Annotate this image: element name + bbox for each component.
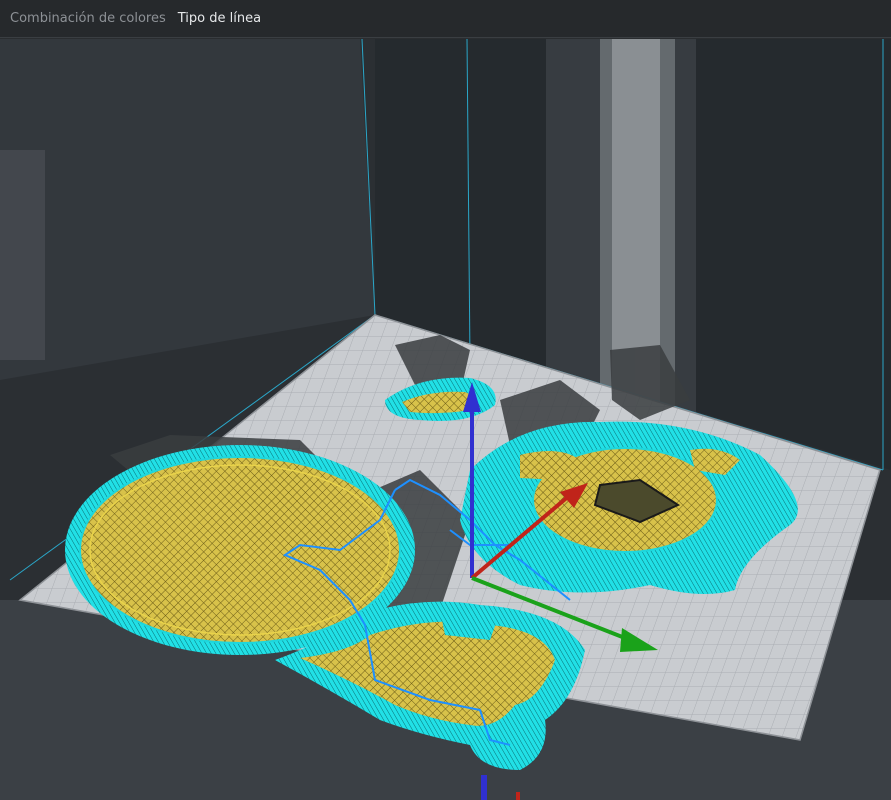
tab-color-scheme[interactable]: Combinación de colores — [10, 11, 166, 26]
3d-viewport[interactable] — [0, 39, 891, 800]
tab-line-type[interactable]: Tipo de línea — [178, 11, 261, 26]
view-mode-bar: Combinación de colores Tipo de línea — [0, 0, 891, 38]
